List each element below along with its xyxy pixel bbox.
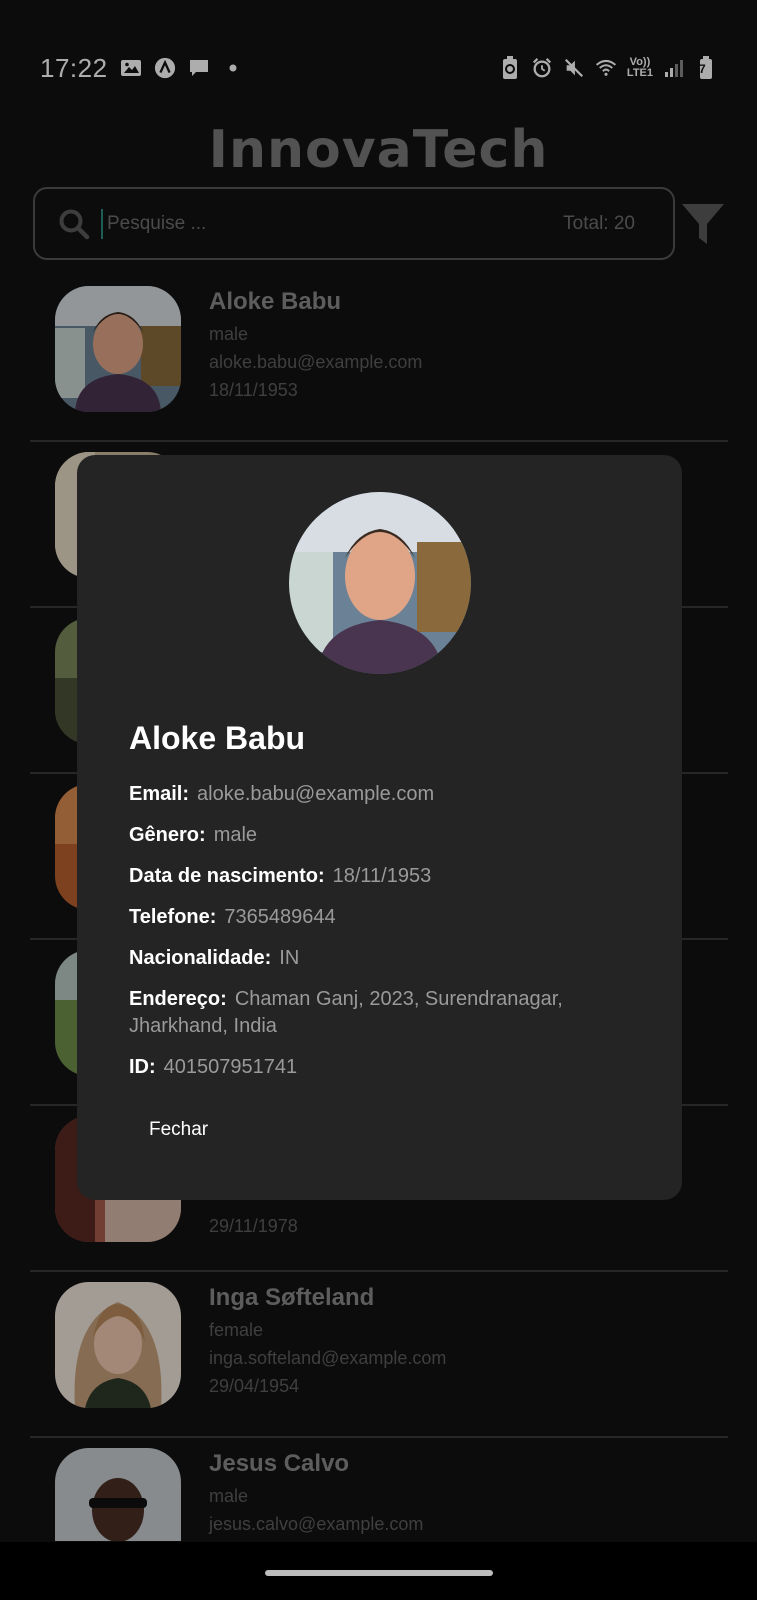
field-id: ID: 401507951741 xyxy=(129,1056,298,1078)
field-gender: Gênero: male xyxy=(129,824,258,846)
navigation-bar xyxy=(0,1542,757,1600)
field-address: Endereço: Chaman Ganj, 2023, Surendranaga… xyxy=(129,988,563,1037)
modal-avatar xyxy=(288,492,471,674)
field-phone: Telefone: 7365489644 xyxy=(129,906,336,928)
user-detail-modal: Aloke Babu Email: aloke.babu@example.com … xyxy=(77,455,682,1200)
field-nationality: Nacionalidade: IN xyxy=(129,947,300,969)
field-birthdate: Data de nascimento: 18/11/1953 xyxy=(129,865,432,887)
close-button[interactable]: Fechar xyxy=(129,1109,228,1151)
home-handle[interactable] xyxy=(265,1570,493,1576)
modal-user-name: Aloke Babu xyxy=(129,720,306,756)
field-email: Email: aloke.babu@example.com xyxy=(129,783,435,805)
